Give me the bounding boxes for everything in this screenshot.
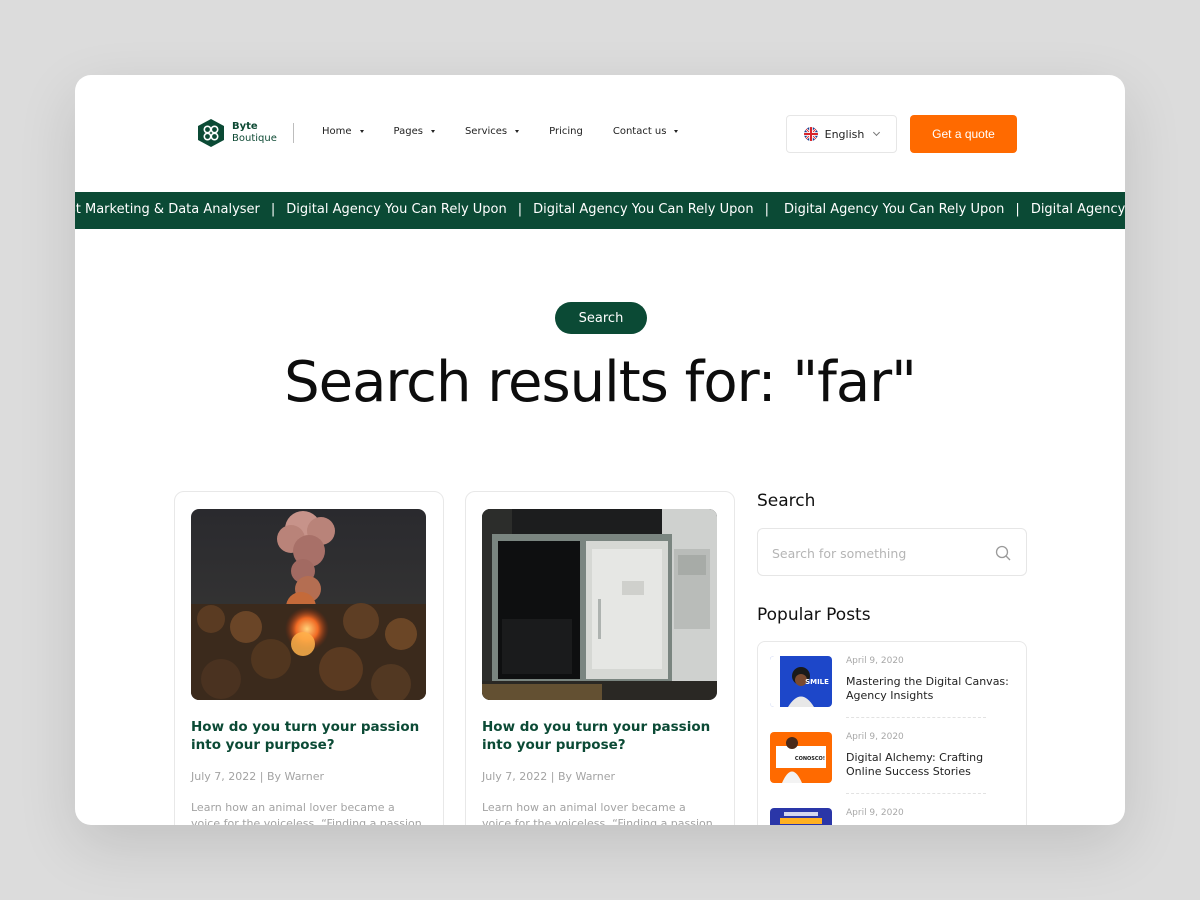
caret-down-icon [674,130,679,133]
post-date: April 9, 2020 [846,808,904,818]
logo-divider [293,123,294,143]
caret-down-icon [359,130,364,133]
caret-down-icon [430,130,435,133]
popular-post-item[interactable]: CONOSCO! April 9, 2020 Digital Alchemy: … [770,732,1020,802]
sidebar-search-box [757,528,1027,576]
marquee-separator: | [764,202,769,217]
marquee-item: Digital Agency You Can Rely Upon [533,202,754,217]
marquee-banner: est Marketing & Data Analyser | Digital … [75,192,1125,229]
nav-item-pages[interactable]: Pages [394,126,435,137]
page-title: Search results for: "far" [284,350,917,415]
post-title[interactable]: Digital Alchemy: Crafting Online Success… [846,751,1016,779]
marquee-item: Digital Agency You Can Rely Upon [783,202,1005,217]
marquee-item: est Marketing & Data Analyser [75,202,260,217]
nav-label: Services [464,126,508,137]
post-date: April 9, 2020 [846,656,904,666]
popular-post-item[interactable]: SMILE April 9, 2020 Mastering the Digita… [770,656,1020,726]
nav-label: Home [322,126,352,137]
language-label: English [824,127,865,141]
marquee-item: Digital Agency You Can Rely Upon [286,202,507,217]
popular-posts-heading: Popular Posts [757,605,871,625]
logo[interactable]: Byte Boutique [196,118,277,148]
card-image[interactable] [482,509,717,700]
card-excerpt: Learn how an animal lover became a voice… [482,801,713,825]
marquee-separator: | [270,202,276,217]
card-title[interactable]: How do you turn your passion into your p… [191,718,426,754]
card-excerpt: Learn how an animal lover became a voice… [191,801,422,825]
post-thumbnail[interactable] [770,808,832,825]
nav-label: Pages [393,126,423,137]
post-date: April 9, 2020 [846,732,904,742]
nav-item-contact[interactable]: Contact us [613,126,679,137]
post-title[interactable]: Mastering the Digital Canvas: Agency Ins… [846,675,1016,703]
popular-posts-list: SMILE April 9, 2020 Mastering the Digita… [757,641,1027,825]
site-header: Byte Boutique Home Pages Services Pricin… [75,75,1125,192]
brand-subname: Boutique [232,133,277,144]
search-icon[interactable] [994,544,1012,562]
search-badge: Search [555,302,647,334]
sidebar-search-heading: Search [757,491,816,511]
card-image[interactable] [191,509,426,700]
get-quote-button[interactable]: Get a quote [910,115,1017,153]
language-selector[interactable]: English [786,115,897,153]
result-card[interactable]: How do you turn your passion into your p… [174,491,444,825]
thumb-text: SMILE [805,678,829,686]
thumb-text: CONOSCO! [795,756,825,762]
result-card[interactable]: How do you turn your passion into your p… [465,491,735,825]
main-nav: Home Pages Services Pricing Contact us [322,126,708,137]
search-input[interactable] [772,543,982,563]
nav-item-services[interactable]: Services [464,126,520,137]
caret-down-icon [515,130,520,133]
brand-name: Byte [232,121,258,132]
marquee-separator: | [1015,202,1020,217]
post-divider [846,793,986,794]
nav-label: Pricing [549,126,583,137]
card-meta: July 7, 2022 | By Warner [191,770,325,783]
post-thumbnail[interactable]: CONOSCO! [770,732,832,783]
browser-frame: Byte Boutique Home Pages Services Pricin… [75,75,1125,825]
logo-icon [198,119,224,147]
marquee-item: Digital Agency You Can Re [1030,202,1125,217]
nav-item-home[interactable]: Home [322,126,364,137]
card-meta: July 7, 2022 | By Warner [482,770,616,783]
chevron-down-icon [873,128,881,137]
marquee-separator: | [517,202,523,217]
nav-label: Contact us [612,126,667,137]
uk-flag-icon [803,127,818,141]
nav-item-pricing[interactable]: Pricing [549,126,583,137]
post-thumbnail[interactable]: SMILE [770,656,832,707]
post-divider [846,717,986,718]
popular-post-item[interactable]: April 9, 2020 [770,808,1020,825]
card-title[interactable]: How do you turn your passion into your p… [482,718,717,754]
